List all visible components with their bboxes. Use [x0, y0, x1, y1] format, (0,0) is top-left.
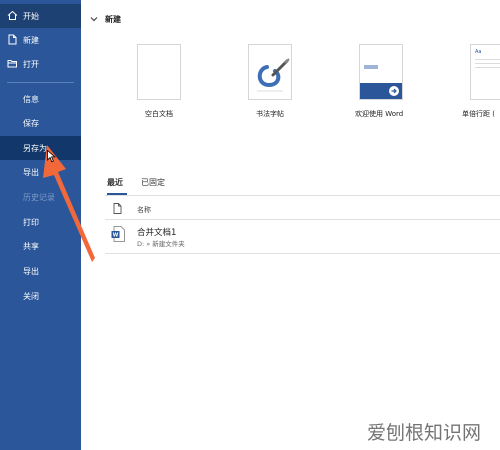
template-label: 单倍行距 (: [462, 110, 495, 118]
backstage-sidebar: 开始 新建 打开 信息 保存 另存为 导出 历史记录 打印 共享 导出 关闭: [0, 0, 81, 450]
sidebar-item-open[interactable]: 打开: [0, 52, 81, 76]
sidebar-item-print[interactable]: 打印: [0, 210, 81, 234]
sidebar-item-share[interactable]: 共享: [0, 234, 81, 258]
template-text-line: [475, 63, 500, 64]
sidebar-item-label: 导出: [23, 167, 39, 177]
row-divider: [105, 219, 500, 220]
file-name: 合并文档1: [137, 228, 177, 238]
template-aa-glyph: Aa: [475, 49, 482, 55]
sidebar-item-home[interactable]: 开始: [0, 4, 81, 28]
sidebar-item-save-as[interactable]: 另存为: [0, 136, 81, 160]
sidebar-item-label: 另存为: [23, 143, 47, 153]
backstage-main: 新建 空白文档 书法字帖 欢迎使用 Word Aa 单倍行距 (最近 已固定 …: [81, 0, 500, 450]
template-thumbnail: [248, 44, 292, 100]
tab-recent[interactable]: 最近: [107, 177, 123, 188]
template-text-line: [475, 59, 500, 60]
sidebar-item-new[interactable]: 新建: [0, 28, 81, 52]
template-label: 书法字帖: [256, 110, 284, 118]
sidebar-item-export-2[interactable]: 导出: [0, 259, 81, 283]
sidebar-item-label: 共享: [23, 241, 39, 251]
new-document-icon: [8, 34, 17, 45]
file-list-header: 名称: [105, 203, 500, 217]
mouse-cursor-icon: [47, 150, 56, 163]
sidebar-item-label: 历史记录: [23, 192, 55, 202]
chevron-down-icon[interactable]: [89, 14, 99, 24]
watermark-text: 爱刨根知识网: [367, 422, 482, 444]
sidebar-divider: [7, 82, 74, 83]
sidebar-item-label: 保存: [23, 118, 39, 128]
home-icon: [7, 10, 18, 20]
new-section-title: 新建: [105, 15, 121, 24]
word-document-icon: W: [111, 226, 125, 242]
column-header-name[interactable]: 名称: [137, 205, 151, 215]
open-folder-icon: [7, 60, 17, 68]
calligraphy-brush-icon: [257, 58, 290, 92]
template-welcome-word[interactable]: 欢迎使用 Word: [355, 44, 415, 118]
sidebar-item-label: 关闭: [23, 291, 39, 301]
sidebar-item-export[interactable]: 导出: [0, 160, 81, 184]
row-divider: [105, 253, 500, 254]
sidebar-item-label: 打印: [23, 217, 39, 227]
template-blank-document[interactable]: 空白文档: [137, 44, 193, 118]
sidebar-item-label: 打开: [23, 59, 39, 69]
template-text-line: [475, 67, 500, 68]
file-path: D: » 新建文件夹: [137, 240, 185, 248]
sidebar-item-label: 开始: [23, 11, 39, 21]
template-single-spacing[interactable]: Aa 单倍行距 (: [462, 44, 500, 118]
template-label: 空白文档: [145, 110, 173, 118]
sidebar-item-label: 信息: [23, 94, 39, 104]
template-thumbnail: [137, 44, 181, 100]
template-calligraphy[interactable]: 书法字帖: [248, 44, 304, 118]
sidebar-item-save[interactable]: 保存: [0, 111, 81, 135]
recent-file-row[interactable]: W 合并文档1 D: » 新建文件夹: [105, 224, 500, 252]
sidebar-item-close[interactable]: 关闭: [0, 284, 81, 308]
template-label: 欢迎使用 Word: [355, 110, 404, 118]
tab-pinned[interactable]: 已固定: [141, 177, 165, 188]
file-icon: [113, 203, 122, 214]
sidebar-item-history[interactable]: 历史记录: [0, 185, 81, 209]
tabs-divider: [105, 195, 500, 196]
template-thumbnail: Aa: [470, 44, 500, 100]
template-text-line: [364, 65, 378, 69]
arrow-right-icon: [389, 86, 399, 96]
sidebar-item-label: 新建: [23, 35, 39, 45]
svg-text:W: W: [113, 233, 119, 239]
template-thumbnail: [359, 44, 403, 100]
sidebar-item-label: 导出: [23, 266, 39, 276]
sidebar-item-info[interactable]: 信息: [0, 87, 81, 111]
